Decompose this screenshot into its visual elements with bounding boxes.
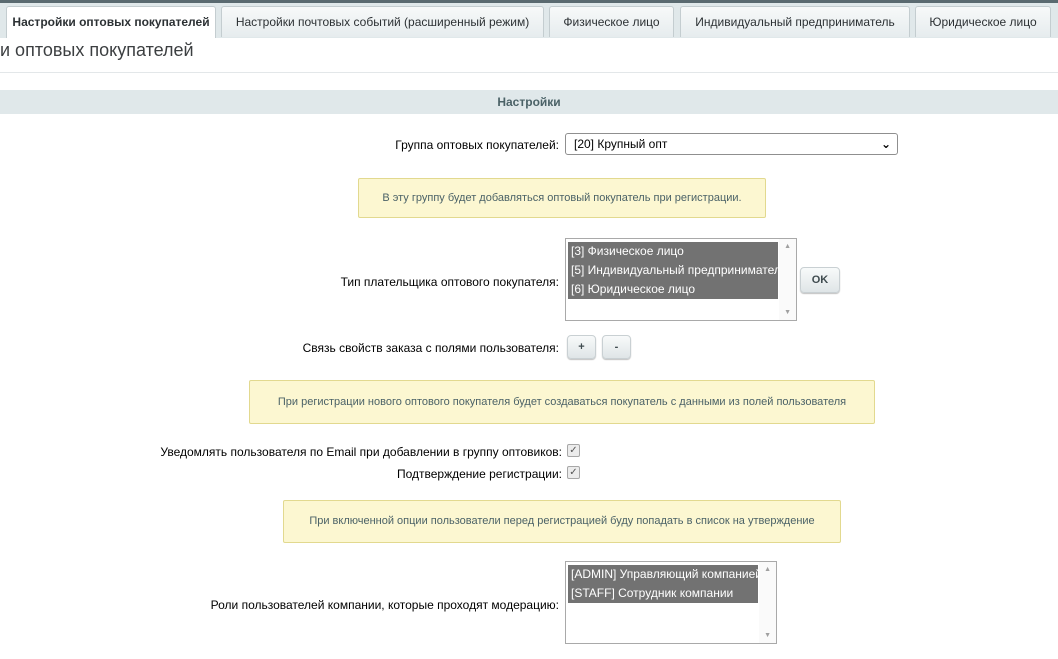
confirm-registration-checkbox[interactable]: ✓ xyxy=(567,466,580,479)
order-props-note: При регистрации нового оптового покупате… xyxy=(249,380,875,424)
tab-legal-entity[interactable]: Юридическое лицо xyxy=(915,6,1051,37)
tab-individual[interactable]: Физическое лицо xyxy=(549,6,674,37)
remove-property-button[interactable]: - xyxy=(602,335,631,359)
order-props-label: Связь свойств заказа с полями пользовате… xyxy=(302,341,559,355)
moderation-role-option[interactable]: [ADMIN] Управляющий компанией xyxy=(568,565,762,584)
wholesale-group-select[interactable]: [20] Крупный опт ⌄ xyxy=(565,133,898,155)
scroll-down-icon[interactable]: ▼ xyxy=(764,632,771,639)
payer-type-option[interactable]: [6] Юридическое лицо xyxy=(568,280,778,299)
wholesale-group-note: В эту группу будет добавляться оптовый п… xyxy=(358,178,766,218)
page-title: и оптовых покупателей xyxy=(0,40,194,60)
moderation-roles-label: Роли пользователей компании, которые про… xyxy=(210,598,559,612)
scroll-up-icon[interactable]: ▲ xyxy=(784,243,791,250)
tab-bar-top-border xyxy=(0,0,1058,3)
scrollbar[interactable]: ▲ ▼ xyxy=(779,239,796,320)
confirm-registration-label: Подтверждение регистрации: xyxy=(396,467,562,481)
scrollbar[interactable]: ▲ ▼ xyxy=(759,562,776,643)
add-property-button[interactable]: + xyxy=(567,335,596,359)
payer-type-listbox[interactable]: [3] Физическое лицо [5] Индивидуальный п… xyxy=(565,238,797,321)
moderation-role-option[interactable]: [STAFF] Сотрудник компании xyxy=(568,584,758,603)
payer-type-option[interactable]: [3] Физическое лицо xyxy=(568,242,778,261)
tab-bar: Настройки оптовых покупателей Настройки … xyxy=(0,0,1058,38)
tab-wholesale-settings[interactable]: Настройки оптовых покупателей xyxy=(6,6,216,38)
wholesale-group-value: [20] Крупный опт xyxy=(574,137,668,151)
tab-entrepreneur[interactable]: Индивидуальный предприниматель xyxy=(680,6,910,37)
payer-type-label: Тип плательщика оптового покупателя: xyxy=(340,275,559,289)
confirm-registration-note: При включенной опции пользователи перед … xyxy=(283,500,841,543)
wholesale-group-label: Группа оптовых покупателей: xyxy=(395,138,559,152)
chevron-down-icon: ⌄ xyxy=(880,137,891,151)
scroll-down-icon[interactable]: ▼ xyxy=(784,309,791,316)
scroll-up-icon[interactable]: ▲ xyxy=(764,566,771,573)
notify-email-checkbox[interactable]: ✓ xyxy=(567,444,580,457)
moderation-roles-listbox[interactable]: [ADMIN] Управляющий компанией [STAFF] Со… xyxy=(565,561,777,644)
ok-button[interactable]: OK xyxy=(800,267,840,293)
tab-mail-events[interactable]: Настройки почтовых событий (расширенный … xyxy=(221,6,544,37)
payer-type-option[interactable]: [5] Индивидуальный предприниматель xyxy=(568,261,787,280)
section-header: Настройки xyxy=(0,90,1058,114)
divider xyxy=(0,72,1058,73)
notify-email-label: Уведомлять пользователя по Email при доб… xyxy=(160,445,562,459)
